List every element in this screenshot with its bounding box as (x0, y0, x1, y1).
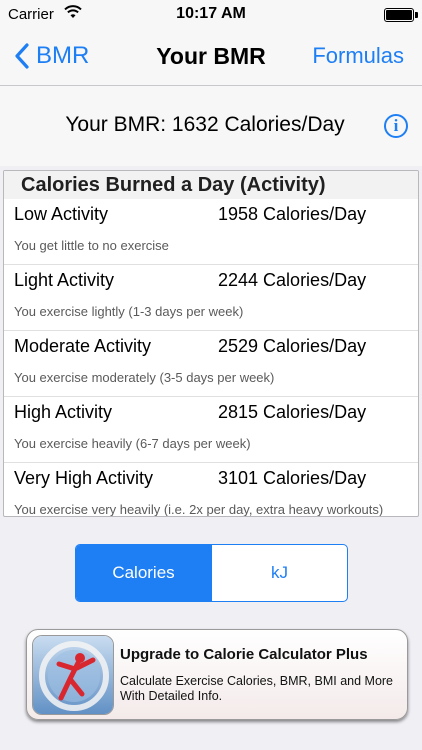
activity-name: Very High Activity (14, 468, 154, 488)
kj-segment[interactable]: kJ (211, 545, 347, 601)
activity-row-light[interactable]: Light Activity 2244 Calories/Day You exe… (4, 265, 418, 331)
activity-card-header: Calories Burned a Day (Activity) (4, 171, 418, 199)
activity-name: Moderate Activity (14, 336, 152, 356)
status-time: 10:17 AM (176, 5, 246, 22)
activity-row-high[interactable]: High Activity 2815 Calories/Day You exer… (4, 397, 418, 463)
formulas-button[interactable]: Formulas (312, 43, 404, 69)
activity-description: You exercise very heavily (i.e. 2x per d… (14, 502, 384, 517)
activity-name: Light Activity (14, 270, 115, 290)
unit-segmented-control: Calories kJ (75, 544, 348, 602)
bmr-value-text: Your BMR: 1632 Calories/Day (65, 113, 345, 136)
calories-segment[interactable]: Calories (76, 545, 211, 601)
battery-icon (384, 8, 418, 22)
activity-calories: 3101 Calories/Day (218, 468, 367, 488)
activity-description: You exercise lightly (1-3 days per week) (14, 304, 244, 319)
activity-name: High Activity (14, 402, 113, 422)
back-button-label: BMR (36, 42, 90, 69)
upgrade-title: Upgrade to Calorie Calculator Plus (120, 646, 368, 663)
info-icon[interactable]: i (384, 114, 408, 138)
activity-row-low[interactable]: Low Activity 1958 Calories/Day You get l… (4, 199, 418, 265)
activity-description: You exercise moderately (3-5 days per we… (14, 370, 275, 385)
bmr-summary-panel: Your BMR: 1632 Calories/Day i (0, 86, 422, 166)
activity-row-moderate[interactable]: Moderate Activity 2529 Calories/Day You … (4, 331, 418, 397)
activity-description: You get little to no exercise (14, 238, 169, 253)
upgrade-banner[interactable]: Upgrade to Calorie Calculator Plus Calcu… (26, 629, 408, 720)
activity-calories-card: Calories Burned a Day (Activity) Low Act… (3, 170, 419, 517)
status-bar: Carrier 10:17 AM (0, 0, 422, 30)
navigation-bar: BMR Your BMR Formulas (0, 30, 422, 86)
activity-calories: 1958 Calories/Day (218, 204, 367, 224)
activity-name: Low Activity (14, 204, 109, 224)
app-icon (32, 635, 114, 715)
back-chevron-icon (15, 43, 29, 69)
back-button[interactable]: BMR (14, 42, 89, 70)
activity-row-very-high[interactable]: Very High Activity 3101 Calories/Day You… (4, 463, 418, 517)
activity-calories: 2815 Calories/Day (218, 402, 367, 422)
activity-calories: 2244 Calories/Day (218, 270, 367, 290)
activity-calories: 2529 Calories/Day (218, 336, 367, 356)
upgrade-description: Calculate Exercise Calories, BMR, BMI an… (120, 674, 394, 703)
activity-description: You exercise heavily (6-7 days per week) (14, 436, 251, 451)
